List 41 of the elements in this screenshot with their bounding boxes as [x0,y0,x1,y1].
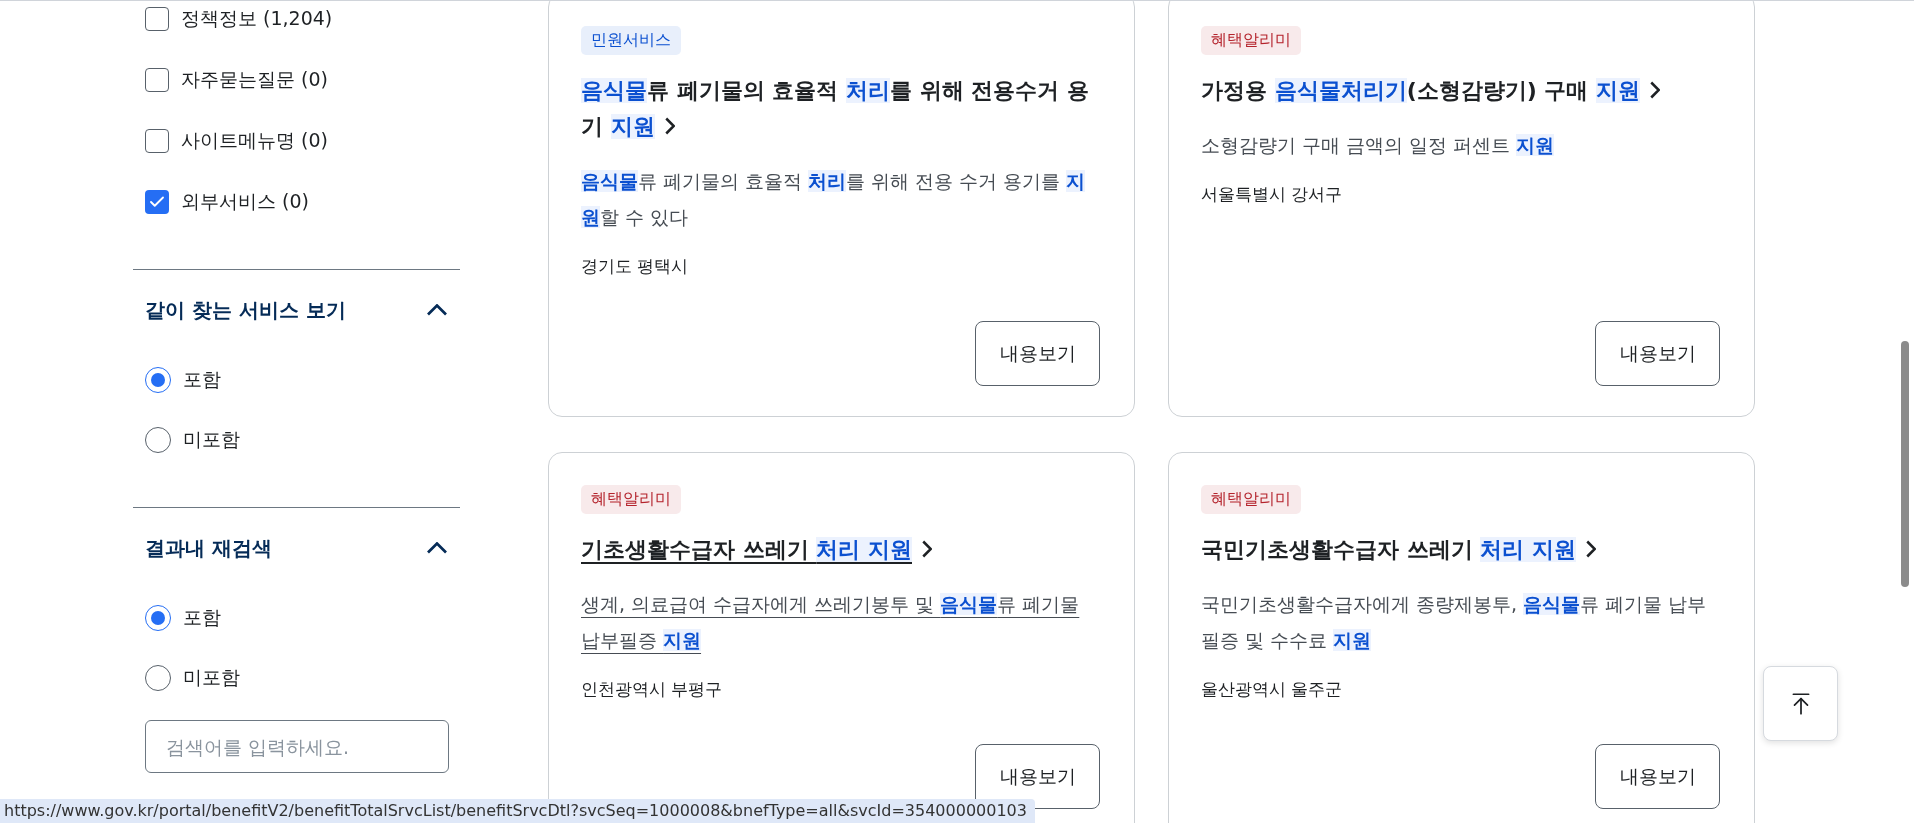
radio-label: 미포함 [183,665,240,690]
card-location: 경기도 평택시 [581,255,690,278]
checkbox[interactable] [145,128,169,153]
card-description: 음식물류 폐기물의 효율적 처리를 위해 전용 수거 용기를 지원할 수 있다 [581,169,1087,230]
chevron-right-icon [1586,540,1596,558]
view-details-button[interactable]: 내용보기 [975,321,1100,386]
card-location: 서울특별시 강서구 [1201,183,1344,206]
checkbox-label: 자주묻는질문 (0) [181,66,328,92]
chevron-up-icon[interactable] [426,542,448,554]
category-tag: 혜택알리미 [1201,485,1301,514]
status-bar-url: https://www.gov.kr/portal/benefitV2/benefitTotalSrvcList/benefitSrvcDtl?svcSeq=1000008&bnefType=all&svcId=354000000103 [0,799,1035,823]
checkbox[interactable] [145,189,169,214]
card-title-link[interactable]: 국민기초생활수급자 쓰레기 처리 지원 [1201,532,1722,568]
chevron-up-icon[interactable] [426,304,448,316]
checkbox-label: 사이트메뉴명 (0) [181,127,328,153]
checkbox-label: 외부서비스 (0) [181,188,309,214]
radio-label: 포함 [183,367,221,392]
search-field[interactable]: 검색어를 입력하세요. [145,720,449,773]
view-details-button[interactable]: 내용보기 [1595,321,1720,386]
chevron-right-icon [664,117,675,135]
category-tag: 혜택알리미 [581,485,681,514]
category-tag: 민원서비스 [581,26,681,55]
card-title-link[interactable]: 기초생활수급자 쓰레기 처리 지원 [581,532,1102,568]
category-tag: 혜택알리미 [1201,26,1301,55]
radio-label: 미포함 [183,427,240,452]
checkbox[interactable] [145,67,169,92]
card-description: 생계, 의료급여 수급자에게 쓰레기봉투 및 음식물류 폐기물 납부필증 지원 [581,592,1081,653]
card-title-link[interactable]: 음식물류 폐기물의 효율적 처리를 위해 전용수거 용기 지원 [581,73,1102,145]
section-heading: 결과내 재검색 [145,534,272,562]
radio-label: 포함 [183,605,221,630]
card-location: 인천광역시 부평구 [581,678,724,701]
chevron-right-icon [1650,81,1661,99]
view-details-button[interactable]: 내용보기 [1595,744,1720,809]
card-location: 울산광역시 울주군 [1201,678,1344,701]
checkbox-label: 정책정보 (1,204) [181,5,333,31]
chevron-right-icon [922,540,932,558]
card-description: 국민기초생활수급자에게 종량제봉투, 음식물류 폐기물 납부필증 및 수수료 지원 [1201,592,1708,653]
card-title-link[interactable]: 가정용 음식물처리기(소형감량기) 구매 지원 [1201,73,1722,109]
card-description: 소형감량기 구매 금액의 일정 퍼센트 지원 [1201,133,1556,158]
section-heading: 같이 찾는 서비스 보기 [145,296,346,324]
checkbox[interactable] [145,6,169,31]
